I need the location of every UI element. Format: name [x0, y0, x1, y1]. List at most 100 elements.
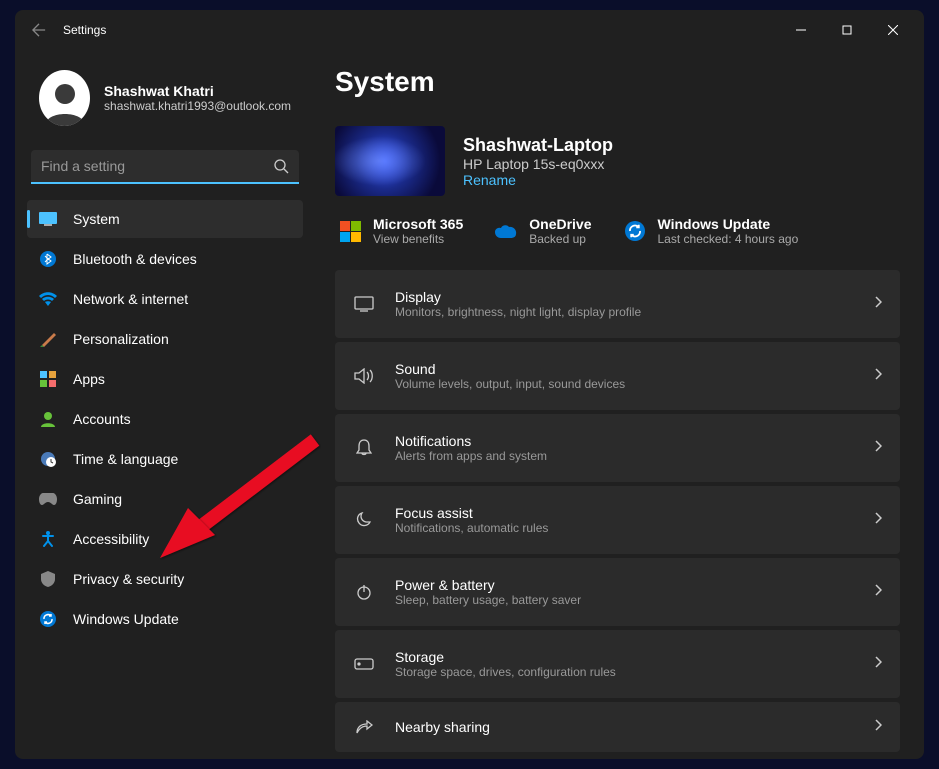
status-row: Microsoft 365 View benefits OneDrive Bac… [335, 216, 900, 246]
back-button[interactable] [23, 14, 55, 46]
card-title: Notifications [395, 433, 854, 449]
moon-icon [353, 509, 375, 531]
sidebar-item-label: Privacy & security [73, 571, 184, 587]
chevron-right-icon [874, 583, 882, 601]
card-title: Sound [395, 361, 854, 377]
card-focus-assist[interactable]: Focus assistNotifications, automatic rul… [335, 486, 900, 554]
status-sub: Last checked: 4 hours ago [658, 232, 799, 246]
card-sub: Alerts from apps and system [395, 449, 854, 463]
chevron-right-icon [874, 718, 882, 736]
update-icon [624, 220, 646, 242]
sidebar-item-system[interactable]: System [27, 200, 303, 238]
apps-icon [39, 370, 57, 388]
status-microsoft365[interactable]: Microsoft 365 View benefits [339, 216, 463, 246]
card-title: Display [395, 289, 854, 305]
sidebar: Shashwat Khatri shashwat.khatri1993@outl… [15, 50, 315, 759]
close-button[interactable] [870, 14, 916, 46]
paintbrush-icon [39, 330, 57, 348]
device-section: Shashwat-Laptop HP Laptop 15s-eq0xxx Ren… [335, 126, 900, 196]
status-sub: View benefits [373, 232, 463, 246]
sidebar-item-bluetooth[interactable]: Bluetooth & devices [27, 240, 303, 278]
card-title: Storage [395, 649, 854, 665]
sidebar-item-label: Accounts [73, 411, 131, 427]
rename-link[interactable]: Rename [463, 172, 613, 188]
main-content: System Shashwat-Laptop HP Laptop 15s-eq0… [315, 50, 924, 759]
device-model: HP Laptop 15s-eq0xxx [463, 156, 613, 172]
status-title: Windows Update [658, 216, 799, 232]
chevron-right-icon [874, 295, 882, 313]
device-name: Shashwat-Laptop [463, 135, 613, 156]
sidebar-item-label: Bluetooth & devices [73, 251, 197, 267]
device-wallpaper [335, 126, 445, 196]
profile-name: Shashwat Khatri [104, 83, 291, 99]
sidebar-item-label: Accessibility [73, 531, 149, 547]
bell-icon [353, 437, 375, 459]
search-icon [273, 158, 289, 179]
accessibility-icon [39, 530, 57, 548]
chevron-right-icon [874, 655, 882, 673]
window-title: Settings [63, 23, 106, 37]
sidebar-item-accessibility[interactable]: Accessibility [27, 520, 303, 558]
sidebar-item-personalization[interactable]: Personalization [27, 320, 303, 358]
page-title: System [335, 66, 900, 98]
sidebar-item-privacy[interactable]: Privacy & security [27, 560, 303, 598]
bluetooth-icon [39, 250, 57, 268]
card-power[interactable]: Power & batterySleep, battery usage, bat… [335, 558, 900, 626]
card-sub: Volume levels, output, input, sound devi… [395, 377, 854, 391]
storage-icon [353, 653, 375, 675]
sidebar-item-apps[interactable]: Apps [27, 360, 303, 398]
avatar [39, 70, 90, 126]
power-icon [353, 581, 375, 603]
search-input[interactable] [31, 150, 299, 184]
status-title: OneDrive [529, 216, 591, 232]
sidebar-item-gaming[interactable]: Gaming [27, 480, 303, 518]
person-icon [39, 410, 57, 428]
sidebar-item-accounts[interactable]: Accounts [27, 400, 303, 438]
sidebar-item-label: Apps [73, 371, 105, 387]
settings-window: Settings Shashwat Khatri shashwat.khatri… [15, 10, 924, 759]
status-onedrive[interactable]: OneDrive Backed up [495, 216, 591, 246]
card-title: Nearby sharing [395, 719, 854, 735]
shield-icon [39, 570, 57, 588]
sidebar-item-label: Time & language [73, 451, 178, 467]
card-display[interactable]: DisplayMonitors, brightness, night light… [335, 270, 900, 338]
settings-cards: DisplayMonitors, brightness, night light… [335, 270, 900, 752]
chevron-right-icon [874, 511, 882, 529]
status-windows-update[interactable]: Windows Update Last checked: 4 hours ago [624, 216, 799, 246]
sidebar-item-label: Personalization [73, 331, 169, 347]
minimize-button[interactable] [778, 14, 824, 46]
profile-email: shashwat.khatri1993@outlook.com [104, 99, 291, 113]
sidebar-item-network[interactable]: Network & internet [27, 280, 303, 318]
sound-icon [353, 365, 375, 387]
status-sub: Backed up [529, 232, 591, 246]
window-controls [778, 14, 916, 46]
display-icon [353, 293, 375, 315]
onedrive-icon [495, 220, 517, 242]
card-nearby-sharing[interactable]: Nearby sharing [335, 702, 900, 752]
chevron-right-icon [874, 439, 882, 457]
sidebar-item-time[interactable]: Time & language [27, 440, 303, 478]
maximize-button[interactable] [824, 14, 870, 46]
search-box [31, 150, 299, 184]
card-storage[interactable]: StorageStorage space, drives, configurat… [335, 630, 900, 698]
profile-section[interactable]: Shashwat Khatri shashwat.khatri1993@outl… [27, 50, 303, 150]
sidebar-item-label: Network & internet [73, 291, 188, 307]
share-icon [353, 716, 375, 738]
card-sound[interactable]: SoundVolume levels, output, input, sound… [335, 342, 900, 410]
card-title: Power & battery [395, 577, 854, 593]
sidebar-item-label: Gaming [73, 491, 122, 507]
chevron-right-icon [874, 367, 882, 385]
gamepad-icon [39, 490, 57, 508]
card-notifications[interactable]: NotificationsAlerts from apps and system [335, 414, 900, 482]
nav-list: System Bluetooth & devices Network & int… [27, 200, 303, 638]
sidebar-item-update[interactable]: Windows Update [27, 600, 303, 638]
card-sub: Monitors, brightness, night light, displ… [395, 305, 854, 319]
system-icon [39, 210, 57, 228]
sidebar-item-label: Windows Update [73, 611, 179, 627]
card-title: Focus assist [395, 505, 854, 521]
sidebar-item-label: System [73, 211, 120, 227]
titlebar: Settings [15, 10, 924, 50]
update-icon [39, 610, 57, 628]
microsoft-logo-icon [339, 220, 361, 242]
card-sub: Storage space, drives, configuration rul… [395, 665, 854, 679]
